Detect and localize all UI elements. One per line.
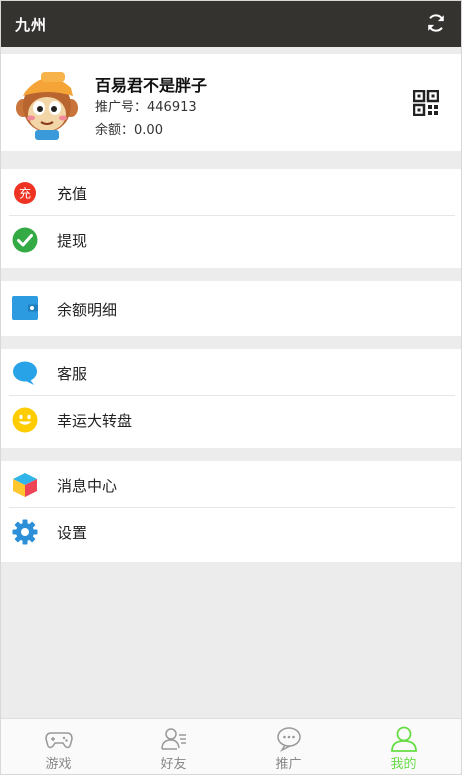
gamepad-icon <box>45 726 73 752</box>
qr-code-icon[interactable] <box>412 89 440 117</box>
tab-label-me: 我的 <box>390 757 417 772</box>
balance-value: 0.00 <box>134 123 163 138</box>
recharge-icon-text: 充 <box>19 186 31 201</box>
recharge-icon: 充 <box>12 180 38 206</box>
menu-item-lucky-wheel[interactable]: 幸运大转盘 <box>1 396 461 442</box>
system-group: 消息中心 设置 <box>1 461 461 562</box>
promo-id-line: 推广号：446913 <box>95 96 197 115</box>
support-group: 客服 幸运大转盘 <box>1 349 461 448</box>
menu-item-recharge[interactable]: 充 充值 <box>1 169 461 215</box>
avatar[interactable] <box>15 66 79 140</box>
app-title: 九州 <box>15 16 48 34</box>
menu-label-service: 客服 <box>57 365 88 383</box>
promo-id-value: 446913 <box>147 100 197 115</box>
check-circle-icon <box>12 227 38 253</box>
tab-label-games: 游戏 <box>45 757 72 772</box>
profile-name: 百易君不是胖子 <box>95 76 208 95</box>
promo-id-label: 推广号： <box>95 100 148 115</box>
message-dots-icon <box>275 726 303 752</box>
menu-item-settings[interactable]: 设置 <box>1 508 461 554</box>
menu-label-messages: 消息中心 <box>57 477 118 495</box>
app-frame: 九州 百易君不是胖子 推广号：446913 余额：0.00 充 充值 提现 余额… <box>0 0 462 775</box>
refresh-icon[interactable] <box>425 12 447 34</box>
balance-label: 余额： <box>95 123 135 138</box>
chat-bubble-icon <box>12 360 38 386</box>
tab-games[interactable]: 游戏 <box>1 719 116 774</box>
menu-item-messages[interactable]: 消息中心 <box>1 461 461 507</box>
balance-group: 余额明细 <box>1 281 461 336</box>
tab-label-friends: 好友 <box>160 757 187 772</box>
tab-me[interactable]: 我的 <box>346 719 461 774</box>
user-icon <box>390 726 418 752</box>
smiley-icon <box>12 407 38 433</box>
menu-item-balance-detail[interactable]: 余额明细 <box>1 281 461 336</box>
tab-promote[interactable]: 推广 <box>231 719 346 774</box>
top-bar: 九州 <box>1 1 461 47</box>
finance-group: 充 充值 提现 <box>1 169 461 268</box>
gear-icon <box>12 519 38 545</box>
tab-label-promote: 推广 <box>275 757 302 772</box>
menu-label-settings: 设置 <box>57 524 88 542</box>
balance-line: 余额：0.00 <box>95 119 163 138</box>
profile-card: 百易君不是胖子 推广号：446913 余额：0.00 <box>1 54 461 151</box>
friends-icon <box>160 726 188 752</box>
menu-label-lucky-wheel: 幸运大转盘 <box>57 412 133 430</box>
tab-friends[interactable]: 好友 <box>116 719 231 774</box>
wallet-icon <box>12 295 38 321</box>
menu-label-balance-detail: 余额明细 <box>57 301 118 319</box>
bottom-tab-bar: 游戏 好友 推广 我的 <box>1 718 461 774</box>
menu-label-recharge: 充值 <box>57 185 88 203</box>
cube-icon <box>12 472 38 498</box>
menu-label-withdraw: 提现 <box>57 232 88 250</box>
menu-item-service[interactable]: 客服 <box>1 349 461 395</box>
menu-item-withdraw[interactable]: 提现 <box>1 216 461 262</box>
